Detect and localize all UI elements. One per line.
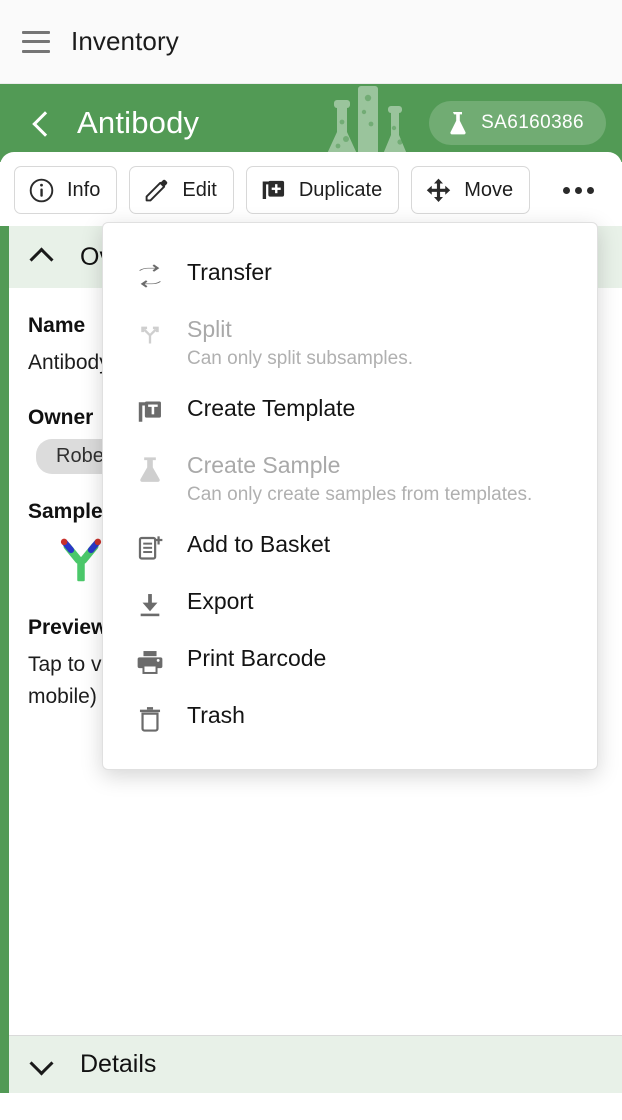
page-header: Antibody SA6160386	[0, 84, 622, 162]
duplicate-plus-icon	[262, 180, 284, 199]
hamburger-bar	[22, 40, 50, 43]
dot	[563, 186, 570, 194]
details-title: Details	[80, 1050, 157, 1078]
menu-text: Create Sample Can only create samples fr…	[187, 452, 533, 506]
page-title: Antibody	[77, 105, 200, 140]
more-horizontal-icon[interactable]	[557, 175, 600, 206]
menu-item-sublabel: Can only create samples from templates.	[187, 484, 533, 506]
menu-item-label: Create Sample	[187, 452, 341, 479]
duplicate-button-label: Duplicate	[298, 178, 383, 201]
overflow-menu: Transfer Split Can only split subsamples…	[102, 222, 598, 771]
trash-icon	[135, 704, 165, 734]
chevron-down-icon	[30, 1054, 52, 1076]
menu-text: Add to Basket	[187, 531, 331, 558]
transfer-hands-icon	[135, 261, 165, 291]
barcode-label: SA6160386	[481, 112, 584, 133]
menu-item-create-sample: Create Sample Can only create samples fr…	[103, 440, 597, 519]
info-circle-icon	[29, 178, 54, 202]
menu-text: Print Barcode	[187, 645, 327, 672]
menu-item-label: Add to Basket	[187, 531, 331, 558]
pencil-icon	[146, 179, 168, 201]
add-to-basket-icon	[135, 533, 165, 563]
duplicate-button[interactable]: Duplicate	[245, 166, 400, 214]
menu-item-transfer[interactable]: Transfer	[103, 247, 597, 304]
dot	[575, 186, 582, 194]
menu-text: Split Can only split subsamples.	[187, 316, 413, 370]
info-button-label: Info	[67, 178, 101, 201]
hamburger-icon[interactable]	[22, 30, 50, 53]
barcode-chip[interactable]: SA6160386	[429, 101, 606, 145]
menu-item-label: Split	[187, 316, 232, 342]
flask-icon	[135, 454, 165, 484]
download-icon	[135, 590, 165, 620]
split-branch-icon	[135, 318, 165, 348]
antibody-y-icon	[60, 538, 102, 581]
hamburger-bar	[22, 49, 50, 53]
menu-text: Create Template	[187, 395, 356, 422]
menu-text: Export	[187, 588, 254, 615]
menu-item-label: Export	[187, 588, 254, 615]
menu-item-trash[interactable]: Trash	[103, 690, 597, 747]
hamburger-bar	[22, 30, 50, 34]
template-document-icon	[135, 397, 165, 427]
chevron-up-icon	[30, 246, 52, 268]
printer-icon	[135, 647, 165, 677]
app-title: Inventory	[71, 26, 179, 56]
edit-button[interactable]: Edit	[129, 166, 234, 214]
move-arrows-icon	[427, 178, 451, 202]
flask-icon	[450, 112, 466, 135]
menu-text: Transfer	[187, 259, 272, 285]
menu-item-label: Transfer	[187, 259, 272, 285]
move-button[interactable]: Move	[411, 166, 531, 214]
action-toolbar: Info Edit Duplicate Move	[0, 152, 622, 226]
menu-item-add-to-basket[interactable]: Add to Basket	[103, 519, 597, 576]
accent-rail	[0, 226, 9, 1093]
chevron-left-icon[interactable]	[26, 108, 56, 138]
menu-item-label: Create Template	[187, 395, 356, 422]
menu-text: Trash	[187, 702, 245, 729]
dot	[587, 186, 594, 194]
menu-item-label: Trash	[187, 702, 245, 729]
menu-item-sublabel: Can only split subsamples.	[187, 348, 413, 370]
details-section-header[interactable]: Details	[0, 1035, 622, 1093]
app-bar: Inventory	[0, 0, 622, 84]
menu-item-export[interactable]: Export	[103, 576, 597, 633]
move-button-label: Move	[464, 178, 514, 201]
menu-item-create-template[interactable]: Create Template	[103, 383, 597, 440]
menu-item-split: Split Can only split subsamples.	[103, 304, 597, 383]
menu-item-print-barcode[interactable]: Print Barcode	[103, 633, 597, 690]
edit-button-label: Edit	[182, 178, 217, 201]
lab-glassware-illustration	[326, 86, 409, 159]
info-button[interactable]: Info	[14, 166, 118, 214]
menu-item-label: Print Barcode	[187, 645, 327, 672]
